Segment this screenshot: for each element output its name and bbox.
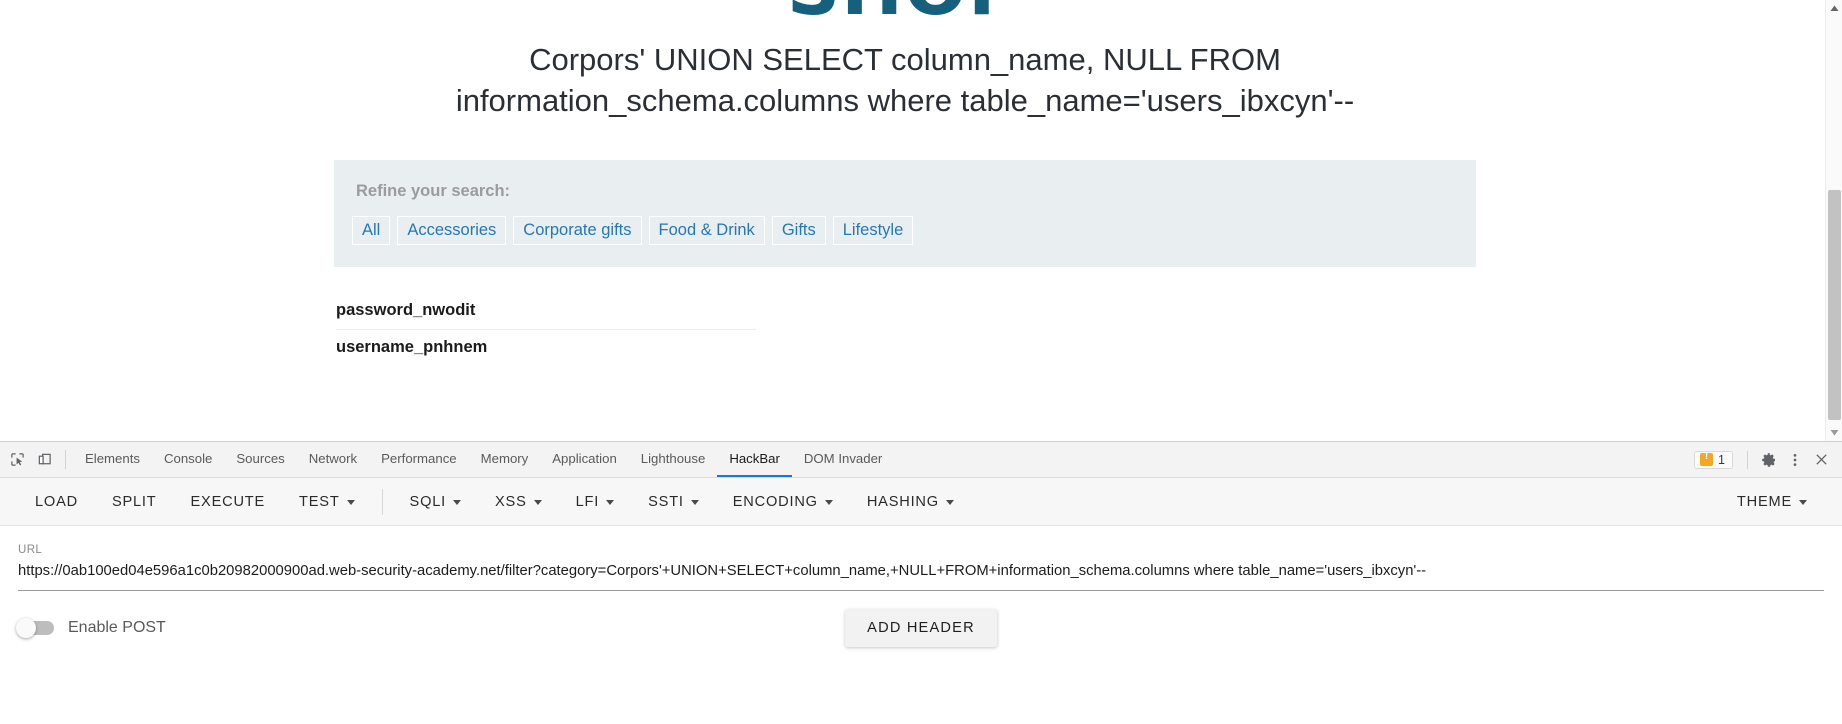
hackbar-split-label: SPLIT [111,493,157,510]
refine-search-panel: Refine your search: All Accessories Corp… [334,159,1476,267]
chevron-down-icon [824,500,833,505]
hackbar-split-button[interactable]: SPLIT [95,478,174,526]
hackbar-test-label: TEST [299,493,340,510]
site-logo: SHOP [0,0,1810,20]
hackbar-body: URL [0,526,1842,591]
page-title: Corpors' UNION SELECT column_name, NULL … [455,42,1355,118]
hackbar-xss-menu[interactable]: XSS [478,478,559,526]
toggle-knob [16,618,36,638]
warning-icon [1700,451,1714,466]
device-toolbar-icon[interactable] [31,442,58,477]
chevron-down-icon [533,500,542,505]
tab-network[interactable]: Network [297,442,369,477]
chevron-down-icon [346,500,355,505]
chevron-down-icon [453,500,462,505]
devtools-tab-list: Elements Console Sources Network Perform… [73,442,894,477]
hackbar-ssti-menu[interactable]: SSTI [631,478,716,526]
hackbar-hashing-label: HASHING [866,493,939,510]
tab-lighthouse[interactable]: Lighthouse [629,442,718,477]
hackbar-hashing-menu[interactable]: HASHING [850,478,971,526]
url-field-label: URL [18,544,43,556]
chevron-down-icon [690,500,699,505]
search-results-list: password_nwodit username_pnhnem [336,293,756,366]
filter-link-lifestyle[interactable]: Lifestyle [832,215,914,245]
page-content: SHOP Corpors' UNION SELECT column_name, … [0,0,1810,366]
hackbar-test-menu[interactable]: TEST [282,478,372,526]
tab-memory[interactable]: Memory [469,442,541,477]
toolbar-divider [381,488,383,515]
hackbar-encoding-menu[interactable]: ENCODING [716,478,850,526]
toggle-track[interactable] [16,618,54,638]
filter-link-gifts[interactable]: Gifts [771,215,826,245]
inspect-element-icon[interactable] [4,442,31,477]
scroll-down-arrow-icon[interactable] [1826,424,1842,441]
scrollbar-thumb[interactable] [1828,190,1841,420]
tab-application[interactable]: Application [540,442,629,477]
tab-performance[interactable]: Performance [369,442,469,477]
hackbar-execute-label: EXECUTE [190,493,266,510]
url-input[interactable] [18,563,1824,591]
hackbar-load-button[interactable]: LOAD [18,478,95,526]
hackbar-theme-menu[interactable]: THEME [1720,478,1824,526]
hackbar-options-row: Enable POST ADD HEADER [0,591,1842,647]
chevron-down-icon [606,500,615,505]
filter-link-accessories[interactable]: Accessories [397,215,507,245]
chevron-down-icon [945,500,954,505]
tab-elements[interactable]: Elements [73,442,152,477]
filter-link-all[interactable]: All [352,215,391,245]
hackbar-execute-button[interactable]: EXECUTE [174,478,283,526]
enable-post-label: Enable POST [68,619,166,636]
warning-count-label: 1 [1718,452,1725,467]
tab-hackbar[interactable]: HackBar [717,442,792,477]
chevron-down-icon [1799,500,1807,505]
filter-link-food-and-drink[interactable]: Food & Drink [648,215,765,245]
enable-post-toggle[interactable]: Enable POST [16,618,166,638]
list-item: username_pnhnem [336,337,488,356]
devtools-tabbar: Elements Console Sources Network Perform… [0,442,1842,478]
hackbar-sqli-label: SQLI [409,493,447,510]
filter-link-corporate-gifts[interactable]: Corporate gifts [513,215,642,245]
devtools-toolbar-right: 1 [1694,442,1842,477]
toolbar-divider [65,450,66,469]
hackbar-theme-label: THEME [1736,493,1792,510]
scroll-up-arrow-icon[interactable] [1826,0,1842,17]
devtools-panel: Elements Console Sources Network Perform… [0,441,1842,724]
hackbar-toolbar: LOAD SPLIT EXECUTE TEST SQLI XSS LFI SST… [0,478,1842,526]
tab-console[interactable]: Console [152,442,224,477]
browser-page-viewport: SHOP Corpors' UNION SELECT column_name, … [0,0,1842,441]
hackbar-encoding-label: ENCODING [732,493,818,510]
hackbar-ssti-label: SSTI [648,493,684,510]
close-icon[interactable] [1808,447,1834,473]
tab-dom-invader[interactable]: DOM Invader [792,442,894,477]
add-header-button[interactable]: ADD HEADER [845,609,997,647]
page-vertical-scrollbar[interactable] [1825,0,1842,441]
hackbar-xss-label: XSS [495,493,527,510]
hackbar-lfi-menu[interactable]: LFI [559,478,632,526]
refine-search-label: Refine your search: [356,181,511,200]
hackbar-sqli-menu[interactable]: SQLI [393,478,478,526]
gear-icon[interactable] [1756,447,1782,473]
kebab-menu-icon[interactable] [1782,447,1808,473]
hackbar-lfi-label: LFI [575,493,600,510]
list-item: password_nwodit [336,293,756,330]
hackbar-load-label: LOAD [35,493,78,510]
toolbar-divider [1747,450,1748,469]
warning-count-badge[interactable]: 1 [1694,450,1733,469]
tab-sources[interactable]: Sources [224,442,296,477]
filter-link-list: All Accessories Corporate gifts Food & D… [352,215,1454,245]
